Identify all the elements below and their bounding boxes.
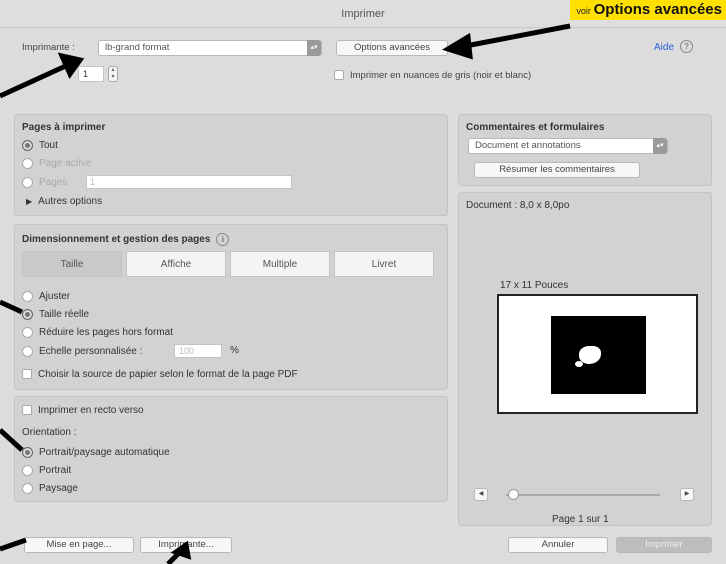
arrow-to-advanced-options (454, 23, 571, 51)
page-indicator: Page 1 sur 1 (552, 514, 609, 525)
orientation-landscape-radio[interactable] (22, 482, 33, 494)
page-slider-thumb[interactable] (508, 489, 519, 500)
orientation-auto-option[interactable]: Portrait/paysage automatique (22, 443, 170, 461)
pages-all-option[interactable]: Tout (22, 136, 58, 154)
help-icon[interactable]: ? (680, 40, 693, 53)
disclosure-triangle-icon: ▶ (26, 196, 33, 206)
scale-input[interactable]: 100 (174, 344, 222, 358)
arrowhead-advanced (441, 32, 473, 60)
pages-active-label: Page active (39, 157, 92, 169)
callout-text: Options avancées (593, 1, 722, 18)
printer-select[interactable]: lb-grand format ▴▾ (98, 40, 322, 56)
orientation-portrait-option[interactable]: Portrait (22, 461, 71, 479)
arrow-to-printer (0, 61, 72, 99)
pages-heading: Pages à imprimer (22, 122, 106, 133)
shrink-option[interactable]: Réduire les pages hors format (22, 323, 173, 341)
printer-label: Imprimante : (22, 42, 75, 53)
duplex-checkbox[interactable] (22, 405, 32, 415)
orientation-auto-label: Portrait/paysage automatique (39, 446, 170, 458)
print-button[interactable]: Imprimer (616, 537, 712, 553)
orientation-portrait-label: Portrait (39, 464, 72, 476)
orientation-auto-radio[interactable] (22, 446, 33, 458)
grayscale-option[interactable]: Imprimer en nuances de gris (noir et bla… (334, 66, 531, 84)
page-slider[interactable] (506, 494, 660, 496)
duplex-label: Imprimer en recto verso (38, 404, 144, 416)
custom-scale-option[interactable]: Echelle personnalisée : (22, 342, 142, 360)
duplex-option[interactable]: Imprimer en recto verso (22, 401, 144, 419)
page-setup-button[interactable]: Mise en page... (24, 537, 134, 553)
tab-multiple[interactable]: Multiple (230, 251, 330, 277)
actual-size-radio[interactable] (22, 308, 33, 320)
page-preview (497, 294, 698, 414)
orientation-portrait-radio[interactable] (22, 464, 33, 476)
pages-range-input[interactable]: 1 (86, 175, 292, 189)
more-options-toggle[interactable]: ▶ Autres options (26, 192, 102, 210)
pages-range-option[interactable]: Pages (22, 173, 67, 191)
chevron-updown-icon: ▴▾ (307, 40, 321, 56)
pages-active-radio[interactable] (22, 157, 33, 169)
copies-stepper[interactable]: ▴ ▾ (108, 66, 118, 82)
preview-image (551, 316, 646, 394)
callout-prefix: voir (576, 6, 591, 16)
tab-affiche[interactable]: Affiche (126, 251, 226, 277)
fit-option[interactable]: Ajuster (22, 287, 70, 305)
chevron-updown-icon: ▴▾ (653, 138, 667, 154)
sizing-heading: Dimensionnement et gestion des pages (22, 233, 211, 245)
image-shape-tail (575, 361, 583, 367)
comments-select[interactable]: Document et annotations ▴▾ (468, 138, 668, 154)
shrink-radio[interactable] (22, 326, 33, 338)
sheet-size: 17 x 11 Pouces (500, 280, 569, 291)
grayscale-checkbox[interactable] (334, 70, 344, 80)
tab-livret[interactable]: Livret (334, 251, 434, 277)
comments-heading: Commentaires et formulaires (466, 122, 605, 133)
pages-active-option[interactable]: Page active (22, 154, 91, 172)
scale-unit: % (230, 345, 239, 356)
fit-label: Ajuster (39, 290, 71, 302)
sizing-tabs: Taille Affiche Multiple Livret (22, 251, 438, 277)
tab-taille[interactable]: Taille (22, 251, 122, 277)
printer-button[interactable]: Imprimante... (140, 537, 232, 553)
actual-size-label: Taille réelle (39, 308, 90, 320)
paper-source-checkbox[interactable] (22, 369, 32, 379)
grayscale-label: Imprimer en nuances de gris (noir et bla… (350, 69, 532, 81)
printer-value: lb-grand format (105, 42, 170, 53)
arrow-to-page-setup (0, 537, 27, 552)
comments-value: Document et annotations (475, 140, 581, 151)
annotation-callout: voir Options avancées (570, 0, 726, 20)
actual-size-option[interactable]: Taille réelle (22, 305, 89, 323)
pages-range-radio[interactable] (22, 176, 33, 188)
image-shape (579, 346, 601, 364)
fit-radio[interactable] (22, 290, 33, 302)
more-options-label: Autres options (38, 195, 103, 207)
orientation-landscape-label: Paysage (39, 482, 78, 494)
pages-all-label: Tout (39, 139, 58, 151)
custom-scale-label: Echelle personnalisée : (39, 345, 143, 357)
orientation-label: Orientation : (22, 427, 77, 438)
previous-page-button[interactable]: ◀ (474, 488, 488, 501)
document-size: Document : 8,0 x 8,0po (466, 200, 570, 211)
info-icon[interactable]: i (216, 232, 230, 246)
summarize-comments-button[interactable]: Résumer les commentaires (474, 162, 640, 178)
cancel-button[interactable]: Annuler (508, 537, 608, 553)
sizing-heading-row: Dimensionnement et gestion des pages i (22, 230, 230, 248)
advanced-options-button[interactable]: Options avancées (336, 40, 448, 56)
help-link[interactable]: Aide (654, 42, 674, 53)
shrink-label: Réduire les pages hors format (39, 326, 173, 338)
pages-all-radio[interactable] (22, 139, 33, 151)
pages-range-label: Pages (39, 176, 68, 188)
paper-source-option[interactable]: Choisir la source de papier selon le for… (22, 365, 298, 383)
paper-source-label: Choisir la source de papier selon le for… (38, 368, 298, 380)
copies-input[interactable]: 1 (78, 66, 104, 82)
custom-scale-radio[interactable] (22, 345, 33, 357)
orientation-landscape-option[interactable]: Paysage (22, 479, 78, 497)
next-page-button[interactable]: ▶ (680, 488, 694, 501)
